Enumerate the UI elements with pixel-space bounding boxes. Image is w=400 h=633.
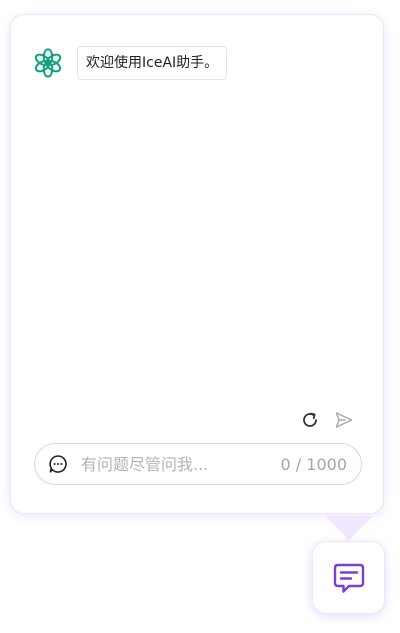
panel-pointer-arrow — [325, 516, 373, 540]
send-icon — [335, 412, 353, 428]
character-counter: 0 / 1000 — [280, 454, 347, 474]
send-button[interactable] — [333, 409, 355, 431]
chat-input-box[interactable]: 0 / 1000 — [34, 443, 362, 485]
chat-actions — [299, 409, 355, 431]
refresh-icon — [303, 412, 317, 427]
chat-bubble-icon — [47, 453, 69, 475]
chat-toggle-button[interactable] — [312, 541, 385, 614]
openai-logo-icon — [33, 48, 63, 78]
chat-input[interactable] — [79, 453, 281, 475]
message-square-icon — [333, 563, 364, 593]
refresh-button[interactable] — [299, 409, 321, 431]
chat-panel: 欢迎使用IceAI助手。 0 / 1000 — [10, 14, 384, 514]
assistant-message-row: 欢迎使用IceAI助手。 — [33, 46, 228, 80]
assistant-message-bubble: 欢迎使用IceAI助手。 — [77, 46, 228, 80]
